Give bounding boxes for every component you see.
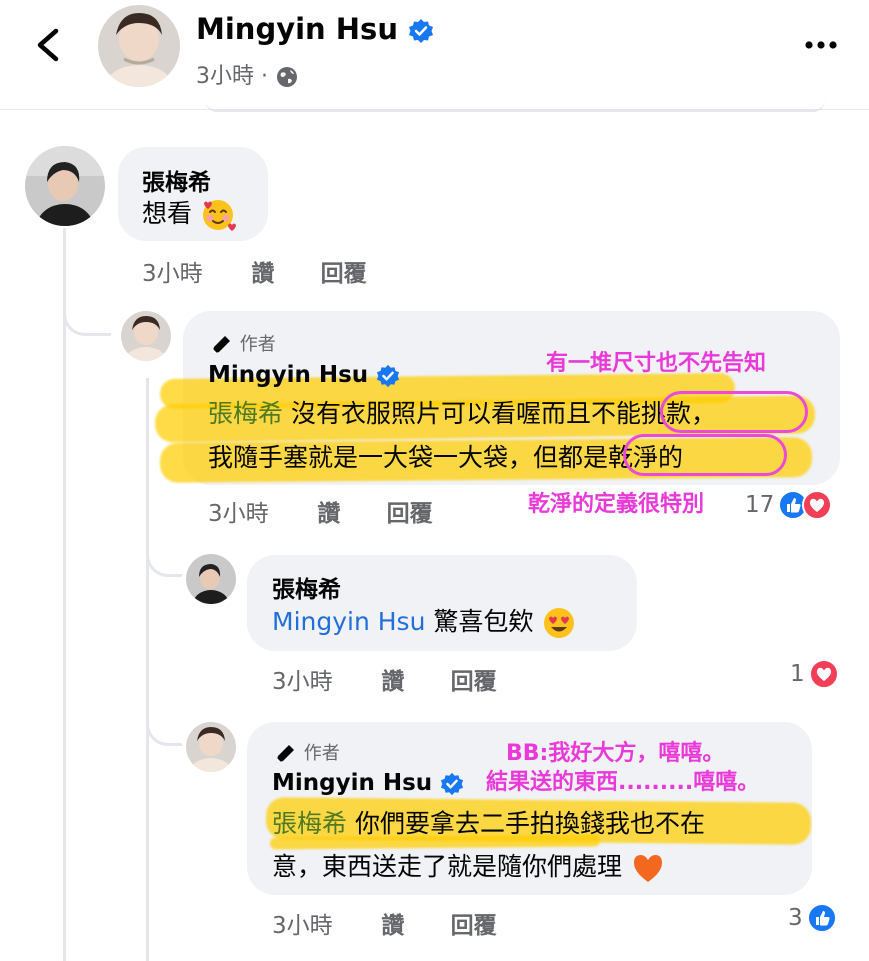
comment-actions: 3小時 讚 回覆 xyxy=(142,254,367,288)
verified-badge-icon xyxy=(409,19,434,43)
verified-badge-icon xyxy=(377,364,400,387)
comment-time[interactable]: 3小時 xyxy=(272,662,374,696)
commenter-name[interactable]: 張梅希 xyxy=(272,570,341,604)
comment-text: 想看 xyxy=(142,192,236,236)
comment-actions: 3小時 讚 回覆 xyxy=(272,662,497,696)
pen-icon xyxy=(276,745,294,763)
thread-connector xyxy=(146,712,182,746)
annotation-note: 有一堆尺寸也不先告知 xyxy=(546,351,767,376)
comment-actions: 3小時 讚 回覆 xyxy=(208,494,433,528)
comment-text: 張梅希 沒有衣服照片可以看喔而且不能挑款， xyxy=(208,399,716,428)
profile-avatar[interactable] xyxy=(98,5,180,87)
comment-text: 我隨手塞就是一大袋一大袋，但都是乾淨的 xyxy=(208,443,684,472)
author-badge: 作者 xyxy=(272,739,340,767)
author-avatar[interactable] xyxy=(186,722,236,772)
post-header: Mingyin Hsu 3小時 · xyxy=(0,0,869,112)
reply-button[interactable]: 回覆 xyxy=(451,662,497,696)
reply-button[interactable]: 回覆 xyxy=(321,254,367,288)
like-button[interactable]: 讚 xyxy=(251,254,313,288)
comment-text: 張梅希 你們要拿去二手拍換錢我也不在 xyxy=(272,809,705,838)
like-button[interactable]: 讚 xyxy=(381,906,443,940)
reaction-summary[interactable]: 3 xyxy=(788,903,837,933)
reply-button[interactable]: 回覆 xyxy=(451,906,497,940)
commenter-avatar[interactable] xyxy=(186,554,236,604)
post-meta: 3小時 · xyxy=(196,58,299,90)
comment-actions: 3小時 讚 回覆 xyxy=(272,906,497,940)
comment-time[interactable]: 3小時 xyxy=(142,254,244,288)
orange-heart-emoji-icon xyxy=(633,855,662,882)
author-badge: 作者 xyxy=(208,330,276,358)
back-arrow-icon[interactable] xyxy=(30,25,66,65)
reaction-count[interactable]: 1 xyxy=(790,661,805,687)
commenter-name[interactable]: Mingyin Hsu xyxy=(208,362,400,388)
love-reaction-icon xyxy=(808,659,839,689)
reaction-count[interactable]: 17 xyxy=(745,492,774,518)
reply-button[interactable]: 回覆 xyxy=(387,494,433,528)
pen-icon xyxy=(212,336,230,354)
thread-line xyxy=(146,378,149,961)
comment-time[interactable]: 3小時 xyxy=(272,906,374,940)
comment-text: Mingyin Hsu 驚喜包欸 xyxy=(272,600,577,644)
reaction-summary[interactable]: 1 xyxy=(790,659,839,689)
thread-connector xyxy=(146,545,182,577)
commenter-avatar[interactable] xyxy=(25,146,105,226)
thread-line xyxy=(63,228,66,961)
mention-link[interactable]: Mingyin Hsu xyxy=(272,607,425,636)
author-avatar[interactable] xyxy=(121,311,171,361)
annotation-note: 結果送的東西.........嘻嘻。 xyxy=(486,770,760,795)
verified-badge-icon xyxy=(441,772,464,795)
commenter-name[interactable]: Mingyin Hsu xyxy=(272,770,464,796)
like-button[interactable]: 讚 xyxy=(317,494,379,528)
profile-name[interactable]: Mingyin Hsu xyxy=(196,12,434,46)
love-reaction-icon xyxy=(802,490,833,520)
thread-connector xyxy=(63,290,111,336)
more-options-icon[interactable] xyxy=(803,30,839,60)
annotation-circle xyxy=(660,391,808,433)
mention-link[interactable]: 張梅希 xyxy=(272,809,347,838)
like-reaction-icon xyxy=(806,903,837,933)
mention-link[interactable]: 張梅希 xyxy=(208,399,283,428)
annotation-note: 乾淨的定義很特別 xyxy=(528,492,705,517)
smiling-hearts-emoji-icon xyxy=(202,200,236,231)
reaction-count[interactable]: 3 xyxy=(788,905,803,931)
comment-time[interactable]: 3小時 xyxy=(208,494,310,528)
comment-text: 意，東西送走了就是隨你們處理 xyxy=(272,845,666,889)
annotation-note: BB:我好大方，嘻嘻。 xyxy=(506,741,725,766)
annotation-circle xyxy=(623,434,787,476)
like-button[interactable]: 讚 xyxy=(381,662,443,696)
globe-icon xyxy=(276,67,297,87)
heart-eyes-emoji-icon xyxy=(544,608,575,638)
reaction-summary[interactable]: 17 xyxy=(745,490,833,520)
post-card-edge xyxy=(205,100,825,112)
